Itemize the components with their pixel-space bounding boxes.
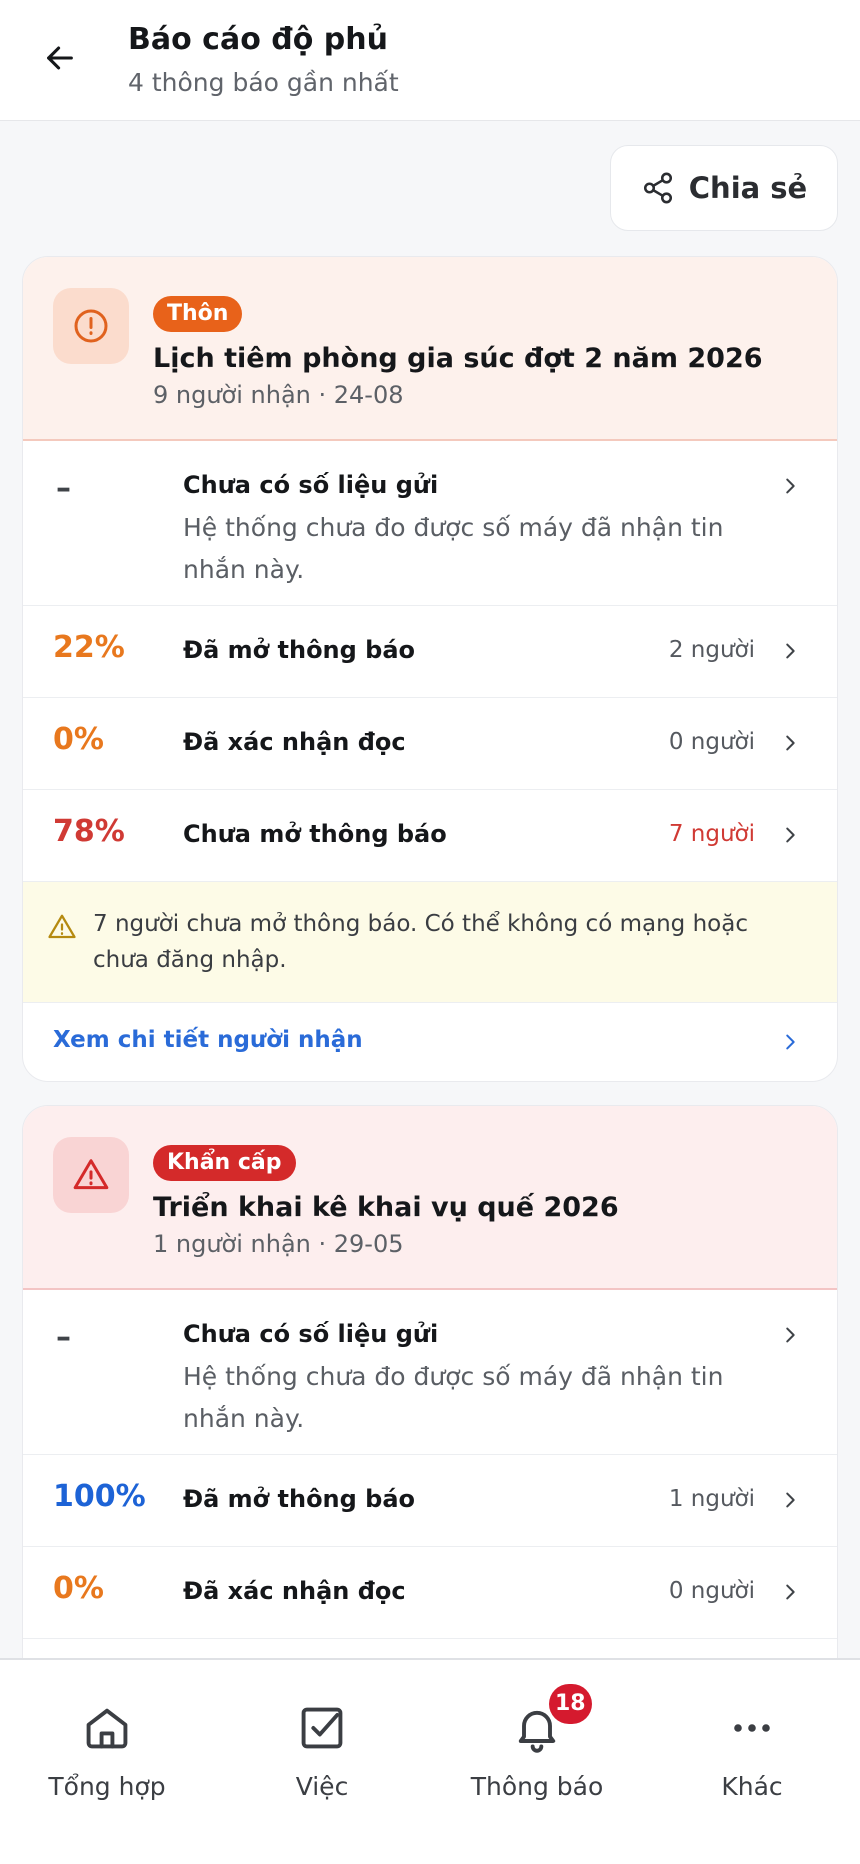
stat-row-opened[interactable]: 22% Đã mở thông báo 2 người — [23, 606, 837, 698]
no-data-symbol: – — [56, 1320, 71, 1355]
stat-label: Đã xác nhận đọc — [183, 728, 406, 756]
stat-percent: 78% — [53, 814, 125, 849]
alert-circle-icon — [53, 288, 129, 364]
stat-count: 2 người — [668, 637, 755, 663]
stat-label: Đã mở thông báo — [183, 1485, 416, 1513]
no-data-row[interactable]: – Chưa có số liệu gửi Hệ thống chưa đo đ… — [23, 1290, 837, 1455]
nav-item-notifications[interactable]: 18 Thông báo — [437, 1684, 637, 1801]
warning-banner: 7 người chưa mở thông báo. Có thể không … — [23, 882, 837, 1003]
notification-meta: 9 người nhận · 24-08 — [153, 381, 404, 409]
chevron-right-icon — [786, 1034, 795, 1050]
bottom-navigation: Tổng hợp Việc 18 Thông báo Khác — [0, 1658, 860, 1864]
stat-label: Đã mở thông báo — [183, 636, 416, 664]
chevron-right-icon — [786, 478, 795, 494]
alert-triangle-icon — [53, 1137, 129, 1213]
notification-count-badge: 18 — [549, 1684, 592, 1724]
no-data-symbol: – — [56, 471, 71, 506]
warning-triangle-icon — [48, 914, 76, 939]
notification-title: Lịch tiêm phòng gia súc đợt 2 năm 2026 — [153, 343, 763, 374]
no-data-row[interactable]: – Chưa có số liệu gửi Hệ thống chưa đo đ… — [23, 441, 837, 606]
row-label: Chưa có số liệu gửi — [183, 1320, 439, 1348]
row-description: Hệ thống chưa đo được số máy đã nhận tin… — [183, 513, 724, 584]
nav-label: Thông báo — [470, 1772, 604, 1801]
category-badge: Thôn — [153, 296, 243, 332]
chevron-right-icon — [786, 827, 795, 843]
stat-row-confirmed[interactable]: 0% Đã xác nhận đọc 0 người — [23, 698, 837, 790]
stat-row-unopened[interactable]: 78% Chưa mở thông báo 7 người — [23, 790, 837, 882]
stat-count: 0 người — [668, 1578, 755, 1604]
category-badge: Khẩn cấp — [153, 1145, 296, 1181]
page-subtitle: 4 thông báo gần nhất — [128, 68, 399, 97]
card-header: Khẩn cấp Triển khai kê khai vụ quế 2026 … — [23, 1106, 837, 1290]
stat-label: Chưa mở thông báo — [183, 820, 447, 848]
stat-count: 1 người — [668, 1486, 755, 1512]
view-recipients-label: Xem chi tiết người nhận — [53, 1027, 363, 1053]
stat-label: Đã xác nhận đọc — [183, 1577, 406, 1605]
home-icon — [86, 1708, 128, 1749]
share-label: Chia sẻ — [688, 171, 808, 205]
nav-label: Khác — [721, 1772, 783, 1801]
stat-count: 0 người — [668, 729, 755, 755]
stat-row-opened[interactable]: 100% Đã mở thông báo 1 người — [23, 1455, 837, 1547]
stat-percent: 100% — [53, 1479, 146, 1514]
notification-meta: 1 người nhận · 29-05 — [153, 1230, 404, 1258]
notification-title: Triển khai kê khai vụ quế 2026 — [153, 1192, 619, 1223]
view-recipients-link[interactable]: Xem chi tiết người nhận — [23, 1003, 837, 1080]
chevron-right-icon — [786, 1327, 795, 1343]
nav-item-more[interactable]: Khác — [652, 1698, 852, 1801]
nav-item-summary[interactable]: Tổng hợp — [7, 1698, 207, 1801]
stat-percent: 22% — [53, 630, 125, 665]
page-title: Báo cáo độ phủ — [128, 22, 388, 57]
nav-item-tasks[interactable]: Việc — [222, 1698, 422, 1801]
more-icon — [734, 1724, 770, 1732]
row-label: Chưa có số liệu gửi — [183, 471, 439, 499]
share-icon — [643, 172, 672, 204]
arrow-left-icon — [47, 46, 73, 70]
chevron-right-icon — [786, 643, 795, 659]
nav-label: Việc — [295, 1772, 349, 1801]
nav-label: Tổng hợp — [48, 1772, 166, 1801]
stat-row-confirmed[interactable]: 0% Đã xác nhận đọc 0 người — [23, 1547, 837, 1639]
back-button[interactable] — [38, 36, 82, 80]
chevron-right-icon — [786, 1584, 795, 1600]
card-header: Thôn Lịch tiêm phòng gia súc đợt 2 năm 2… — [23, 257, 837, 441]
checkbox-icon — [301, 1707, 343, 1749]
chevron-right-icon — [786, 735, 795, 751]
share-button[interactable]: Chia sẻ — [610, 145, 838, 231]
stat-count: 7 người — [668, 821, 755, 847]
stat-percent: 0% — [53, 722, 104, 757]
row-description: Hệ thống chưa đo được số máy đã nhận tin… — [183, 1362, 724, 1433]
chevron-right-icon — [786, 1492, 795, 1508]
app-header: Báo cáo độ phủ 4 thông báo gần nhất — [0, 0, 860, 121]
coverage-card: Thôn Lịch tiêm phòng gia súc đợt 2 năm 2… — [22, 256, 838, 1082]
stat-percent: 0% — [53, 1571, 104, 1606]
warning-text: 7 người chưa mở thông báo. Có thể không … — [93, 911, 748, 973]
